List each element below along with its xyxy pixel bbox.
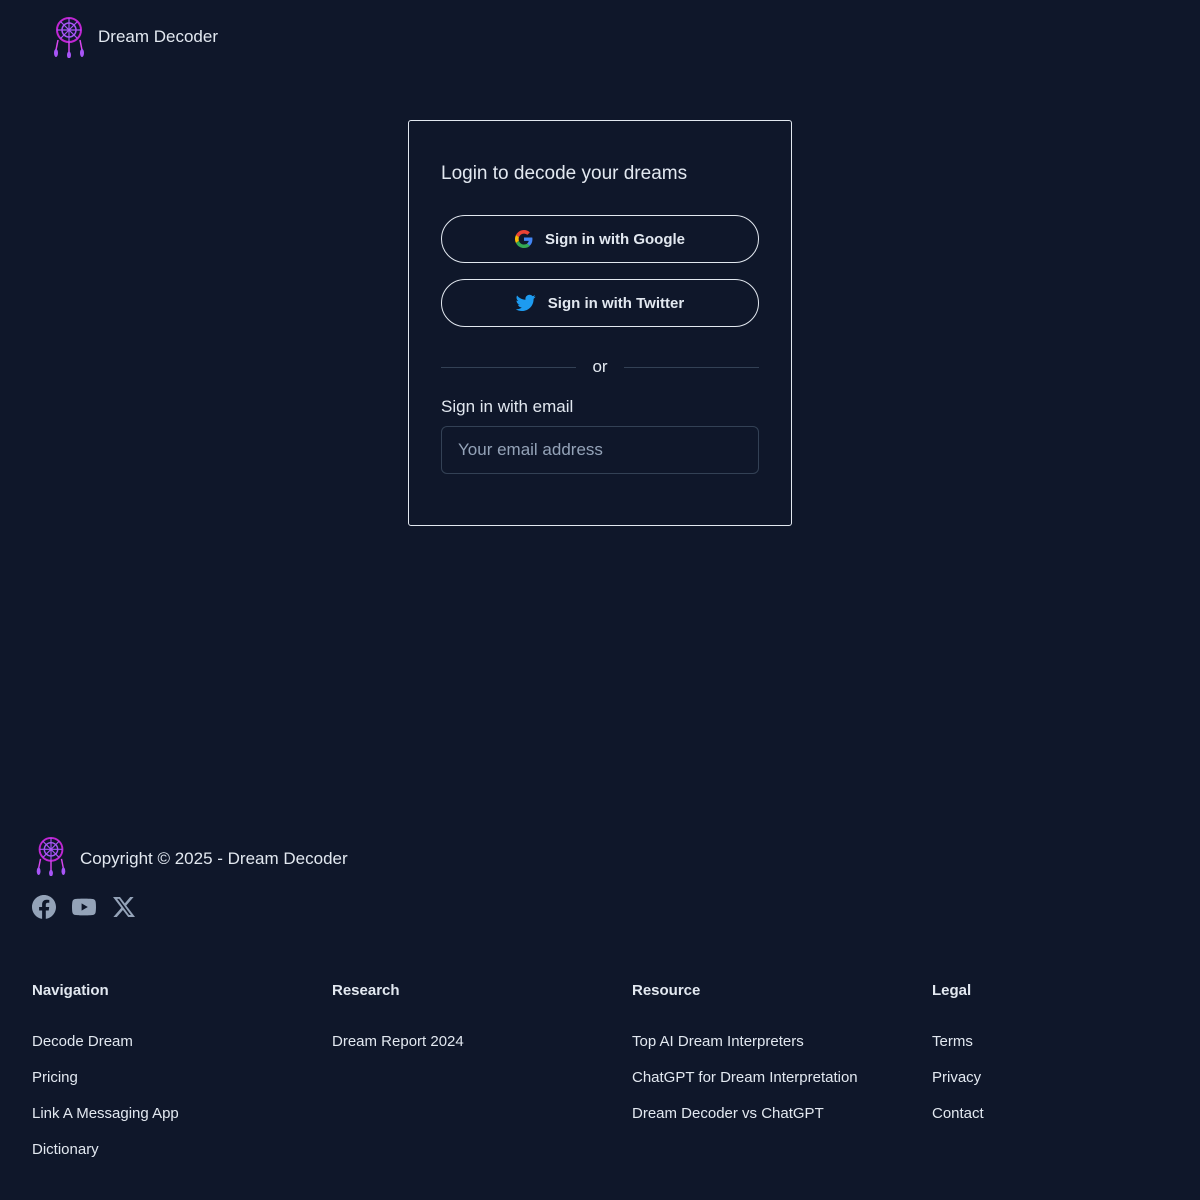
login-card: Login to decode your dreams Sign in with…: [408, 120, 792, 526]
site-footer: Copyright © 2025 - Dream Decoder Navigat…: [32, 836, 1200, 1158]
social-links: [32, 895, 1200, 919]
footer-col-title: Research: [332, 982, 400, 999]
footer-link-dictionary[interactable]: Dictionary: [32, 1141, 332, 1159]
x-icon[interactable]: [112, 895, 136, 919]
facebook-icon[interactable]: [32, 895, 56, 919]
footer-col-legal: Legal Terms Privacy Contact: [932, 982, 1200, 1177]
footer-link-top-ai-interpreters[interactable]: Top AI Dream Interpreters: [632, 1033, 932, 1051]
footer-columns: Navigation Decode Dream Pricing Link A M…: [32, 982, 1200, 1177]
footer-col-title: Navigation: [32, 982, 109, 999]
footer-link-privacy[interactable]: Privacy: [932, 1069, 1200, 1087]
twitter-button-label: Sign in with Twitter: [547, 294, 685, 312]
or-text: or: [592, 357, 608, 376]
footer-col-research: Research Dream Report 2024: [332, 982, 632, 1177]
google-icon: [515, 230, 533, 248]
email-input[interactable]: [441, 426, 759, 474]
email-label: Sign in with email: [441, 397, 574, 416]
footer-link-contact[interactable]: Contact: [932, 1105, 1200, 1123]
footer-link-dream-report[interactable]: Dream Report 2024: [332, 1033, 632, 1051]
footer-link-terms[interactable]: Terms: [932, 1033, 1200, 1051]
footer-link-messaging-app[interactable]: Link A Messaging App: [32, 1105, 332, 1123]
footer-link-chatgpt-interpretation[interactable]: ChatGPT for Dream Interpretation: [632, 1069, 932, 1087]
divider-line: [441, 366, 577, 368]
site-header: Dream Decoder: [52, 16, 218, 58]
footer-col-title: Legal: [932, 982, 972, 999]
footer-link-pricing[interactable]: Pricing: [32, 1069, 332, 1087]
footer-link-decode-dream[interactable]: Decode Dream: [32, 1033, 332, 1051]
youtube-icon[interactable]: [72, 895, 96, 919]
or-divider: or: [441, 351, 759, 383]
footer-col-title: Resource: [632, 982, 701, 999]
footer-col-resource: Resource Top AI Dream Interpreters ChatG…: [632, 982, 932, 1177]
footer-link-vs-chatgpt[interactable]: Dream Decoder vs ChatGPT: [632, 1105, 932, 1123]
google-button-label: Sign in with Google: [545, 230, 685, 248]
brand-name[interactable]: Dream Decoder: [98, 27, 218, 47]
twitter-signin-button[interactable]: Sign in with Twitter: [441, 279, 759, 327]
divider-line: [623, 366, 759, 368]
twitter-bird-icon: [515, 294, 536, 312]
copyright-row: Copyright © 2025 - Dream Decoder: [32, 836, 1200, 881]
copyright-text: Copyright © 2025 - Dream Decoder: [80, 848, 348, 868]
dreamcatcher-icon[interactable]: [52, 16, 86, 58]
footer-col-navigation: Navigation Decode Dream Pricing Link A M…: [32, 982, 332, 1177]
login-title: Login to decode your dreams: [441, 163, 688, 184]
dreamcatcher-icon: [32, 836, 70, 881]
google-signin-button[interactable]: Sign in with Google: [441, 215, 759, 263]
